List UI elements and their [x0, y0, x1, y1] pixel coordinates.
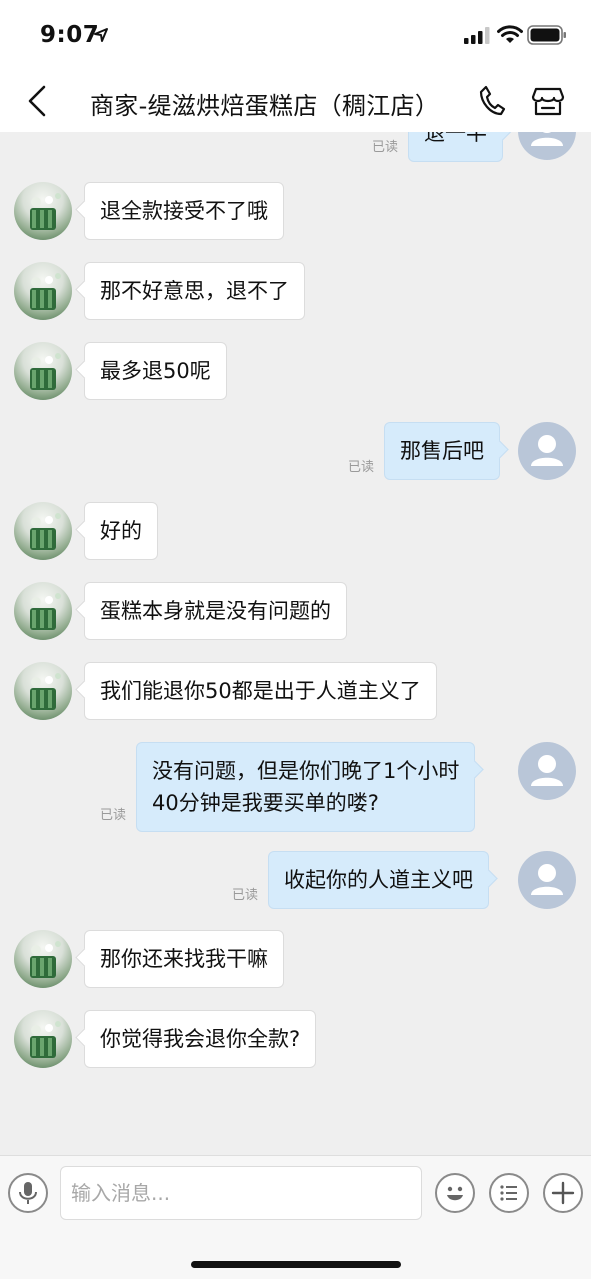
message-line: 40分钟是我要买单的喽?	[152, 791, 379, 815]
user-avatar[interactable]	[518, 851, 576, 909]
message-list[interactable]: 已读 退一半 退全款接受不了哦 那不好意思，退不了 最多退50呢 已读 那售后吧…	[0, 132, 591, 1155]
message-line: 没有问题，但是你们晚了1个小时	[152, 759, 460, 783]
status-time: 9:07	[40, 22, 100, 48]
message-input[interactable]	[60, 1166, 422, 1220]
chat-screen: 9:07 商家-缇滋烘焙蛋糕店（稠江店） 已读 退一半 退全款接受不了哦 那不好…	[0, 0, 591, 1279]
list-icon	[500, 1185, 517, 1201]
merchant-avatar[interactable]	[14, 182, 72, 240]
message-bubble[interactable]: 我们能退你50都是出于人道主义了	[84, 662, 437, 720]
microphone-icon	[19, 1182, 37, 1204]
message-bubble[interactable]: 蛋糕本身就是没有问题的	[84, 582, 347, 640]
phone-icon[interactable]	[475, 83, 509, 119]
message-bubble[interactable]: 没有问题，但是你们晚了1个小时 40分钟是我要买单的喽?	[136, 742, 476, 832]
location-arrow-icon	[94, 28, 108, 42]
user-avatar[interactable]	[518, 132, 576, 160]
chevron-left-icon[interactable]	[22, 84, 56, 118]
read-receipt: 已读	[100, 808, 127, 823]
message-bubble[interactable]: 你觉得我会退你全款?	[84, 1010, 317, 1068]
home-indicator	[191, 1261, 401, 1268]
message-bubble[interactable]: 那你还来找我干嘛	[84, 930, 284, 988]
message-bubble[interactable]: 退全款接受不了哦	[84, 182, 284, 240]
message-bubble[interactable]: 好的	[84, 502, 158, 560]
emoji-button[interactable]	[435, 1173, 475, 1213]
read-receipt: 已读	[348, 460, 375, 475]
merchant-avatar[interactable]	[14, 930, 72, 988]
store-icon[interactable]	[530, 83, 566, 119]
read-receipt: 已读	[372, 140, 399, 155]
voice-button[interactable]	[8, 1173, 48, 1213]
message-bubble[interactable]: 退一半	[408, 132, 503, 162]
plus-icon	[551, 1181, 575, 1205]
smiley-icon	[447, 1186, 463, 1201]
user-avatar[interactable]	[518, 422, 576, 480]
user-avatar[interactable]	[518, 742, 576, 800]
merchant-avatar[interactable]	[14, 1010, 72, 1068]
message-bubble[interactable]: 收起你的人道主义吧	[268, 851, 489, 909]
merchant-avatar[interactable]	[14, 262, 72, 320]
message-bubble[interactable]: 那不好意思，退不了	[84, 262, 305, 320]
merchant-avatar[interactable]	[14, 662, 72, 720]
more-button[interactable]	[543, 1173, 583, 1213]
status-bar: 9:07	[0, 0, 591, 70]
nav-bar: 商家-缇滋烘焙蛋糕店（稠江店）	[0, 70, 591, 132]
battery-icon	[527, 25, 566, 45]
cellular-signal-icon	[464, 27, 490, 44]
wifi-icon	[497, 25, 523, 43]
merchant-avatar[interactable]	[14, 342, 72, 400]
message-bubble[interactable]: 最多退50呢	[84, 342, 227, 400]
read-receipt: 已读	[232, 888, 259, 903]
merchant-avatar[interactable]	[14, 502, 72, 560]
message-bubble[interactable]: 那售后吧	[384, 422, 500, 480]
quick-reply-button[interactable]	[489, 1173, 529, 1213]
merchant-avatar[interactable]	[14, 582, 72, 640]
chat-title: 商家-缇滋烘焙蛋糕店（稠江店）	[90, 92, 440, 120]
